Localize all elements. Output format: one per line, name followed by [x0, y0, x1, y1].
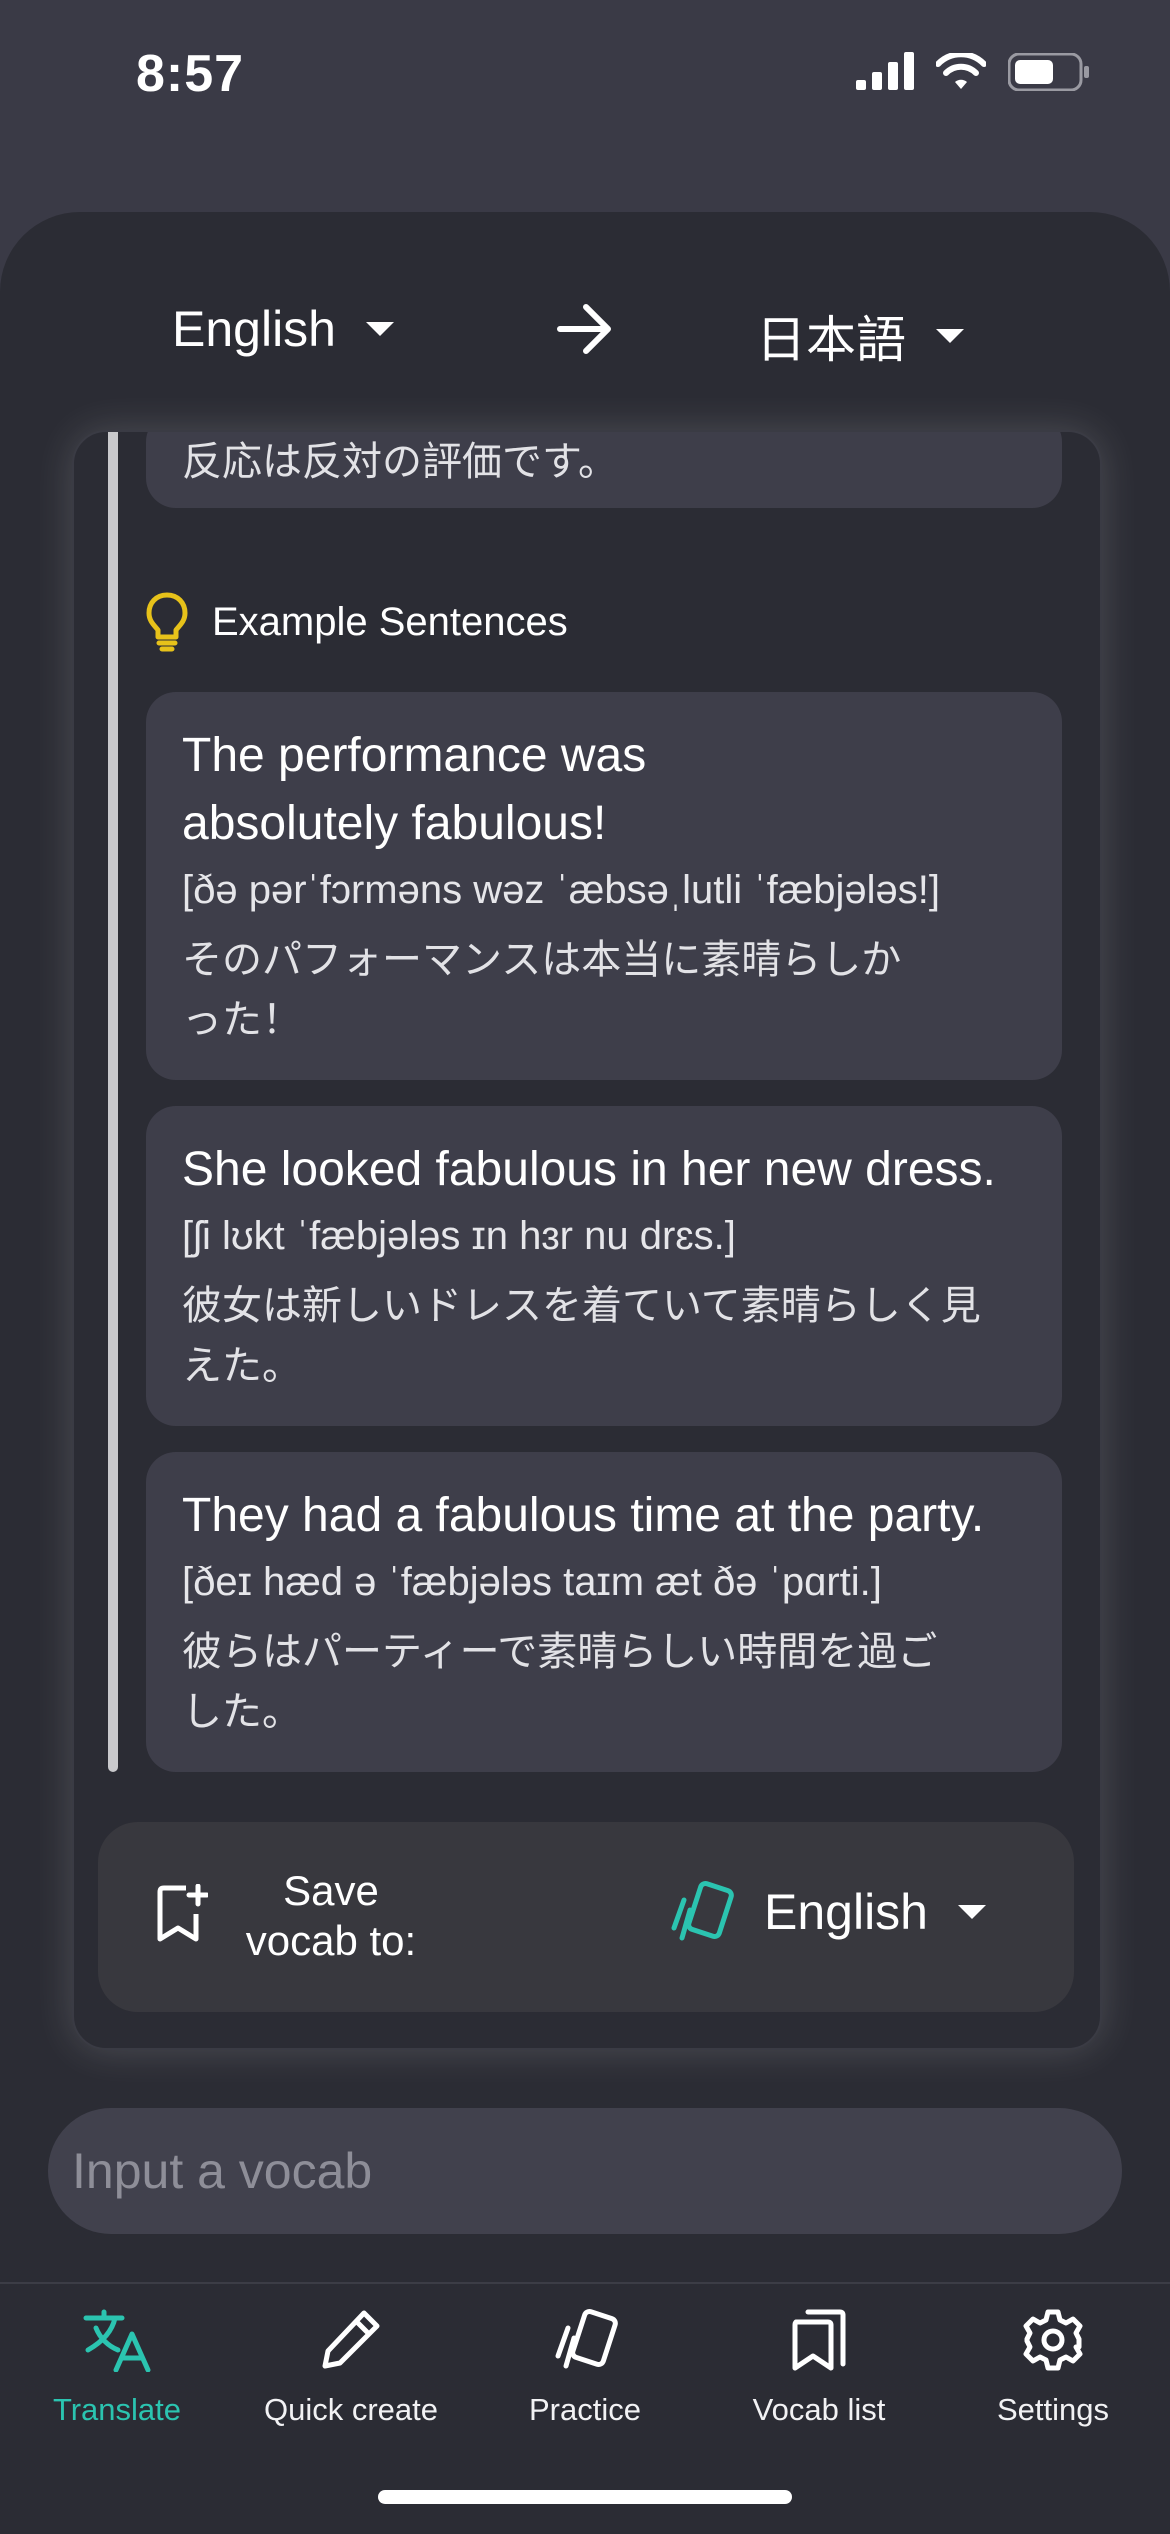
save-vocab-bar: Save vocab to: English [98, 1822, 1074, 2012]
chevron-down-icon [366, 322, 394, 336]
bookmark-add-icon[interactable] [156, 1884, 208, 1944]
cards-icon [555, 2309, 618, 2369]
tab-label: Translate [52, 2392, 182, 2427]
tab-translate[interactable]: Translate [0, 2284, 234, 2434]
tab-label: Quick create [263, 2392, 438, 2427]
target-language-dropdown[interactable]: 日本語 [756, 300, 964, 372]
battery-icon [1008, 53, 1089, 91]
example-sentence-card[interactable]: They had a fabulous time at the party. [… [146, 1452, 1062, 1772]
example-sentences-header: Example Sentences [146, 592, 568, 652]
vocab-input[interactable] [48, 2108, 1122, 2234]
previous-entry-japanese: 反応は反対の評価です。 [182, 440, 618, 484]
source-language-dropdown[interactable]: English [172, 300, 394, 358]
chevron-down-icon [936, 329, 964, 343]
tab-settings[interactable]: Settings [936, 2284, 1170, 2434]
deck-label: English [764, 1884, 928, 1940]
example-japanese: 彼らはパーティーで素晴らしい時間を過ごした。 [182, 1630, 938, 1734]
save-vocab-label: Save vocab to: [245, 1867, 417, 1964]
tab-quick-create[interactable]: Quick create [234, 2284, 468, 2434]
gear-icon [1023, 2309, 1083, 2371]
language-selector: English 日本語 [0, 262, 1170, 402]
home-indicator[interactable] [378, 2490, 792, 2504]
arrow-right-icon[interactable] [556, 302, 614, 356]
signal-icon [856, 52, 914, 90]
tab-practice[interactable]: Practice [468, 2284, 702, 2434]
scroll-rail [108, 432, 118, 1772]
tab-label: Practice [529, 2392, 641, 2427]
example-ipa: [ðeɪ hæd ə ˈfæbjələs taɪm æt ðə ˈpɑrti.] [182, 1560, 882, 1604]
tab-label: Vocab list [752, 2392, 886, 2427]
tab-label: Settings [996, 2392, 1109, 2427]
chevron-down-icon [958, 1905, 986, 1919]
example-english: She looked fabulous in her new dress. [182, 1143, 996, 1196]
translate-icon [83, 2309, 151, 2372]
tab-vocab-list[interactable]: Vocab list [702, 2284, 936, 2434]
deck-dropdown[interactable]: English [668, 1880, 986, 1944]
example-ipa: [ʃi lʊkt ˈfæbjələs ɪn hɜr nu drɛs.] [182, 1214, 736, 1258]
example-sentences-title: Example Sentences [212, 599, 568, 644]
example-ipa: [ðə pərˈfɔrməns wəz ˈæbsəˌlutli ˈfæbjələ… [182, 868, 941, 912]
lightbulb-icon [146, 592, 188, 652]
target-language-label: 日本語 [756, 312, 906, 368]
cards-icon [671, 1881, 734, 1941]
example-japanese: 彼女は新しいドレスを着ていて素晴らしく見えた。 [182, 1284, 981, 1388]
example-japanese: そのパフォーマンスは本当に素晴らしかった！ [182, 938, 902, 1042]
status-time: 8:57 [136, 45, 245, 103]
previous-entry-bubble: 反応は反対の評価です。 [146, 432, 1062, 508]
pencil-icon [322, 2310, 380, 2369]
wifi-icon [936, 53, 986, 89]
status-icons [856, 52, 1090, 92]
example-sentence-card[interactable]: The performance was absolutely fabulous!… [146, 692, 1062, 1080]
example-english: The performance was absolutely fabulous! [182, 729, 647, 850]
bookmarks-icon [792, 2309, 846, 2371]
result-card[interactable]: 反応は反対の評価です。 Example Sentences The perfor… [72, 430, 1102, 2050]
status-bar: 8:57 [0, 0, 1170, 150]
example-sentence-card[interactable]: She looked fabulous in her new dress. [ʃ… [146, 1106, 1062, 1426]
source-language-label: English [172, 301, 336, 357]
example-english: They had a fabulous time at the party. [182, 1489, 985, 1542]
